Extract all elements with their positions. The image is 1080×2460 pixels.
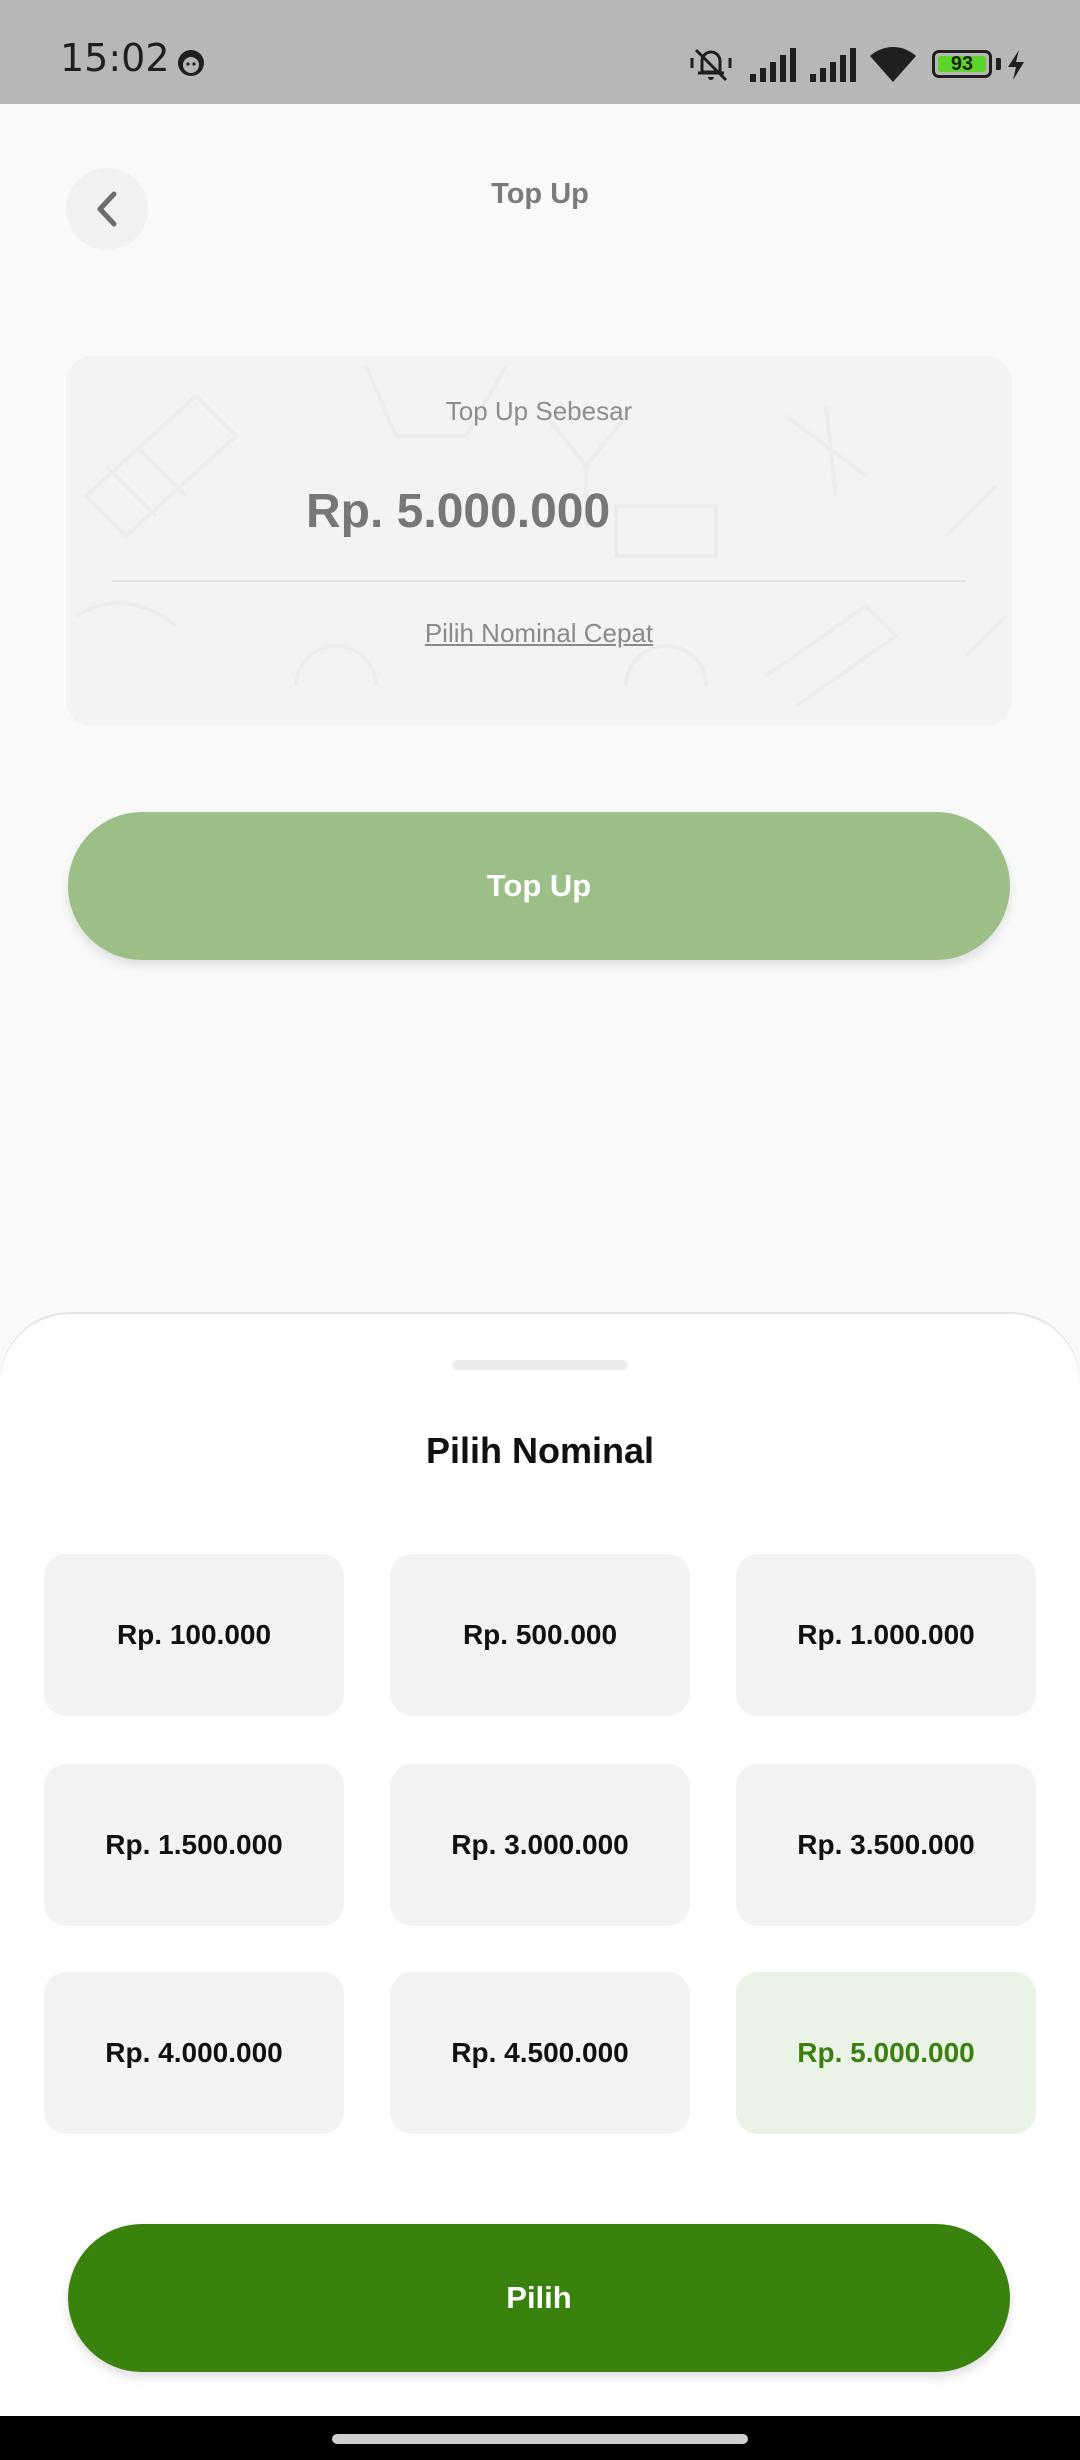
battery-level: 93 bbox=[950, 53, 974, 75]
charging-icon bbox=[1008, 50, 1024, 80]
nominal-option[interactable]: Rp. 3.500.000 bbox=[736, 1764, 1036, 1926]
nominal-option[interactable]: Rp. 1.500.000 bbox=[44, 1764, 344, 1926]
quick-nominal-link[interactable]: Pilih Nominal Cepat bbox=[66, 618, 1012, 649]
nominal-bottom-sheet: Pilih Nominal Rp. 100.000 Rp. 500.000 Rp… bbox=[0, 1314, 1080, 2416]
wifi-icon bbox=[870, 47, 916, 82]
nominal-option[interactable]: Rp. 3.000.000 bbox=[390, 1764, 690, 1926]
sheet-drag-handle[interactable] bbox=[452, 1360, 628, 1370]
home-gesture-handle[interactable] bbox=[332, 2434, 748, 2444]
signal-icon bbox=[810, 48, 856, 82]
amount-card: Top Up Sebesar Rp. 5.000.000 Pilih Nomin… bbox=[66, 356, 1012, 726]
nominal-option[interactable]: Rp. 4.000.000 bbox=[44, 1972, 344, 2134]
nominal-option-selected[interactable]: Rp. 5.000.000 bbox=[736, 1972, 1036, 2134]
amount-label: Top Up Sebesar bbox=[445, 396, 633, 426]
divider bbox=[112, 580, 966, 582]
signal-icon bbox=[750, 48, 796, 82]
nominal-option[interactable]: Rp. 4.500.000 bbox=[390, 1972, 690, 2134]
sheet-title: Pilih Nominal bbox=[425, 1430, 655, 1471]
choose-button[interactable]: Pilih bbox=[68, 2224, 1010, 2372]
nominal-option[interactable]: Rp. 500.000 bbox=[390, 1554, 690, 1716]
nominal-option[interactable]: Rp. 100.000 bbox=[44, 1554, 344, 1716]
amount-value: Rp. 5.000.000 bbox=[306, 485, 611, 538]
notification-face-icon bbox=[178, 50, 204, 76]
page-title: Top Up bbox=[491, 178, 589, 210]
status-bar: 15:02 93 bbox=[0, 0, 1080, 104]
system-nav-bar bbox=[0, 2416, 1080, 2460]
status-time: 15:02 bbox=[60, 36, 170, 80]
topup-button[interactable]: Top Up bbox=[68, 812, 1010, 960]
battery-icon: 93 bbox=[932, 50, 992, 78]
mute-icon bbox=[690, 48, 732, 82]
nominal-option[interactable]: Rp. 1.000.000 bbox=[736, 1554, 1036, 1716]
